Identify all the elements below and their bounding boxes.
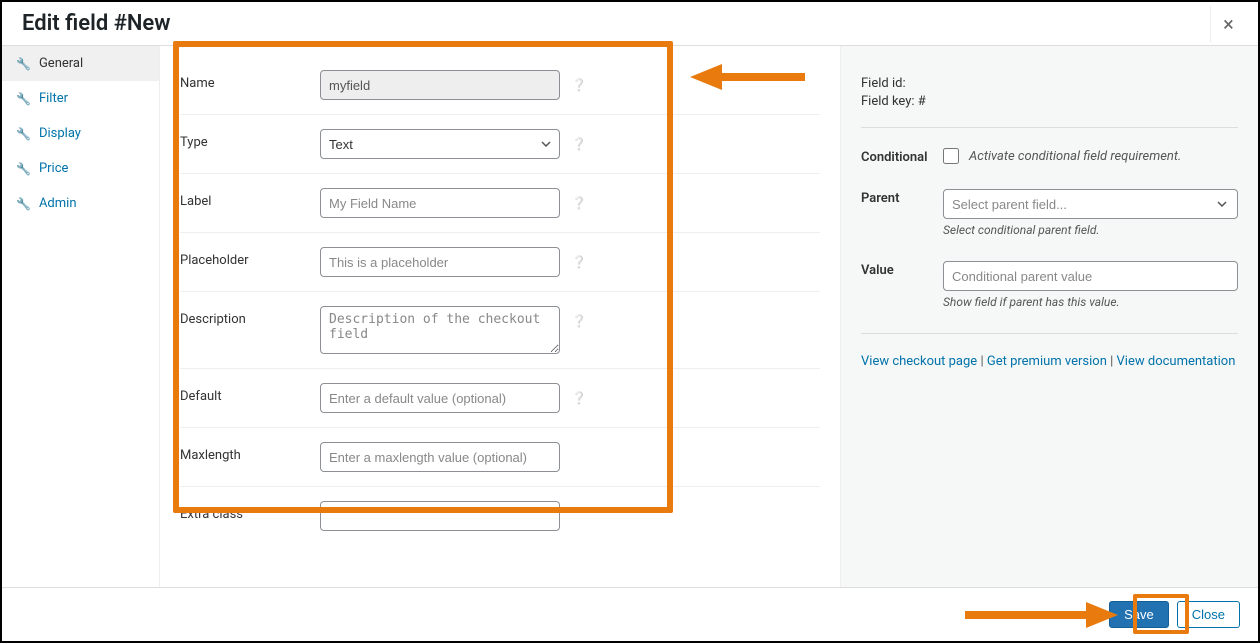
wrench-icon: 🔧: [16, 162, 31, 176]
sidebar-item-label: Admin: [39, 196, 77, 211]
save-button[interactable]: Save: [1109, 601, 1169, 628]
divider: [861, 127, 1238, 128]
parent-select[interactable]: Select parent field...: [943, 189, 1238, 219]
name-label: Name: [180, 70, 320, 91]
right-panel: Field id: Field key: # Conditional Activ…: [840, 46, 1258, 587]
placeholder-label: Placeholder: [180, 247, 320, 268]
close-icon[interactable]: ×: [1210, 6, 1246, 42]
description-label: Description: [180, 306, 320, 327]
help-icon[interactable]: ❔: [572, 78, 586, 92]
value-helper: Show field if parent has this value.: [943, 295, 1238, 309]
help-icon[interactable]: ❔: [572, 137, 586, 151]
wrench-icon: 🔧: [16, 92, 31, 106]
name-input[interactable]: [320, 70, 560, 100]
sidebar-item-general[interactable]: 🔧 General: [2, 46, 159, 81]
sidebar-item-label: Filter: [39, 91, 68, 106]
sidebar-item-admin[interactable]: 🔧 Admin: [2, 186, 159, 221]
maxlength-label: Maxlength: [180, 442, 320, 463]
parent-label: Parent: [861, 189, 943, 206]
help-icon[interactable]: ❔: [572, 196, 586, 210]
wrench-icon: 🔧: [16, 197, 31, 211]
link-checkout[interactable]: View checkout page: [861, 354, 977, 369]
link-docs[interactable]: View documentation: [1117, 354, 1236, 369]
label-label: Label: [180, 188, 320, 209]
divider: [861, 333, 1238, 334]
sidebar-item-display[interactable]: 🔧 Display: [2, 116, 159, 151]
help-icon[interactable]: ❔: [572, 391, 586, 405]
sidebar-item-price[interactable]: 🔧 Price: [2, 151, 159, 186]
parent-helper: Select conditional parent field.: [943, 223, 1238, 237]
type-label: Type: [180, 129, 320, 150]
value-label: Value: [861, 261, 943, 278]
maxlength-input[interactable]: [320, 442, 560, 472]
conditional-text: Activate conditional field requirement.: [969, 149, 1181, 164]
modal-title: Edit field #New: [22, 11, 171, 36]
sidebar: 🔧 General 🔧 Filter 🔧 Display 🔧 Price 🔧 A…: [2, 46, 160, 587]
conditional-label: Conditional: [861, 148, 943, 165]
value-input[interactable]: [943, 261, 1238, 291]
general-form: Name ❔ Type Text ❔ Label ❔ Placeholder ❔: [160, 46, 840, 587]
help-icon[interactable]: ❔: [572, 314, 586, 328]
sidebar-item-label: Price: [39, 161, 68, 176]
sidebar-item-label: Display: [39, 126, 81, 141]
description-textarea[interactable]: [320, 306, 560, 354]
link-premium[interactable]: Get premium version: [987, 354, 1107, 369]
help-icon[interactable]: ❔: [572, 255, 586, 269]
sidebar-item-filter[interactable]: 🔧 Filter: [2, 81, 159, 116]
extraclass-input[interactable]: [320, 501, 560, 531]
close-button[interactable]: Close: [1177, 601, 1240, 628]
label-input[interactable]: [320, 188, 560, 218]
extraclass-label: Extra class: [180, 501, 320, 522]
sidebar-item-label: General: [39, 56, 83, 71]
default-label: Default: [180, 383, 320, 404]
field-key-label: Field key: #: [861, 94, 1238, 109]
field-id-label: Field id:: [861, 76, 1238, 91]
placeholder-input[interactable]: [320, 247, 560, 277]
wrench-icon: 🔧: [16, 127, 31, 141]
conditional-checkbox[interactable]: [943, 148, 959, 164]
default-input[interactable]: [320, 383, 560, 413]
wrench-icon: 🔧: [16, 57, 31, 71]
type-select[interactable]: Text: [320, 129, 560, 159]
